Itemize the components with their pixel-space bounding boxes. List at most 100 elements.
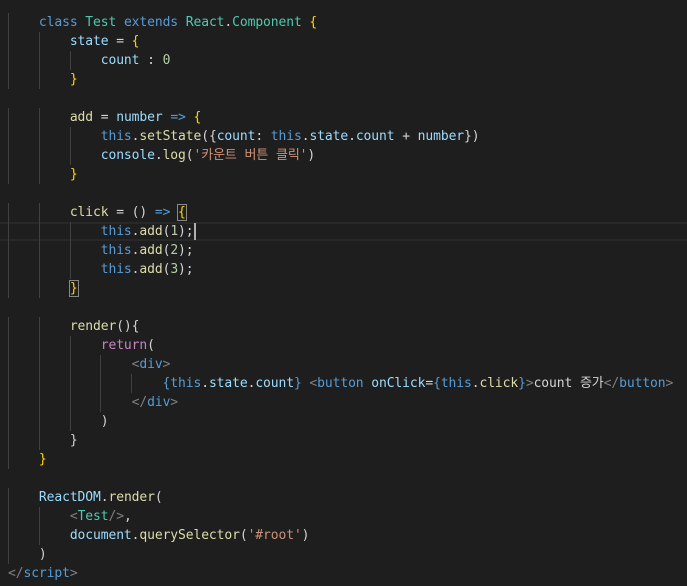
code-token: < bbox=[69, 509, 78, 524]
code-line[interactable]: this.setState({count: this.state.count +… bbox=[8, 127, 480, 146]
code-token: </ bbox=[603, 376, 620, 391]
code-token: click bbox=[479, 376, 519, 391]
code-token: this bbox=[100, 129, 132, 144]
code-token: this bbox=[100, 243, 132, 258]
code-token: number bbox=[116, 110, 171, 125]
code-token: ( bbox=[154, 490, 163, 505]
code-token: this bbox=[440, 376, 472, 391]
code-token: }) bbox=[464, 129, 480, 144]
code-token: '카운트 버튼 클릭' bbox=[193, 148, 308, 163]
code-token: ); bbox=[178, 243, 194, 258]
code-token: Test bbox=[77, 509, 109, 524]
code-token: add bbox=[139, 262, 163, 277]
code-line[interactable]: return( bbox=[8, 336, 155, 355]
code-token: . bbox=[201, 376, 209, 391]
code-token: /> bbox=[108, 509, 124, 524]
code-token: } bbox=[38, 452, 47, 467]
code-line[interactable]: <Test/>, bbox=[8, 507, 132, 526]
code-token: button bbox=[619, 376, 666, 391]
code-token: count 증가 bbox=[533, 376, 604, 391]
code-token: div bbox=[147, 395, 171, 410]
code-token: ) bbox=[301, 528, 310, 543]
code-token: '#root' bbox=[247, 528, 302, 543]
code-line[interactable]: ) bbox=[8, 412, 109, 431]
code-token: ) bbox=[100, 414, 109, 429]
code-line[interactable]: document.querySelector('#root') bbox=[8, 526, 310, 545]
code-token: . bbox=[348, 129, 356, 144]
code-token: click bbox=[69, 205, 117, 220]
code-token: 3 bbox=[170, 262, 179, 277]
code-token: Test bbox=[85, 15, 124, 30]
code-token: ); bbox=[178, 224, 194, 239]
matched-bracket: { bbox=[177, 204, 187, 221]
code-token: div bbox=[139, 357, 163, 372]
code-token: 1 bbox=[170, 224, 179, 239]
code-token: this bbox=[100, 224, 132, 239]
code-token: add bbox=[139, 243, 163, 258]
code-line[interactable]: click = () => { bbox=[8, 203, 187, 222]
code-line[interactable]: this.add(3); bbox=[8, 260, 194, 279]
code-line[interactable]: } bbox=[8, 165, 78, 184]
code-line[interactable]: count : 0 bbox=[8, 51, 171, 70]
code-line[interactable]: } bbox=[8, 279, 79, 298]
code-line[interactable]: ReactDOM.render( bbox=[8, 488, 163, 507]
code-token: render bbox=[69, 319, 117, 334]
code-token: </ bbox=[131, 395, 148, 410]
code-token: 2 bbox=[170, 243, 179, 258]
code-line[interactable]: </div> bbox=[8, 393, 178, 412]
code-line[interactable]: this.add(1); bbox=[8, 222, 196, 241]
code-token: + bbox=[402, 129, 418, 144]
code-token: (){ bbox=[116, 319, 140, 334]
code-line[interactable]: <div> bbox=[8, 355, 171, 374]
code-token: count bbox=[255, 376, 294, 391]
code-line[interactable]: } bbox=[8, 450, 47, 469]
matched-bracket: } bbox=[68, 280, 79, 297]
code-line[interactable]: } bbox=[8, 70, 78, 89]
code-token: Component bbox=[232, 15, 310, 30]
code-token: button bbox=[317, 376, 372, 391]
code-line[interactable]: this.add(2); bbox=[8, 241, 194, 260]
code-token: = bbox=[425, 376, 434, 391]
code-token: > bbox=[162, 357, 171, 372]
code-editor[interactable]: class Test extends React.Component { sta… bbox=[0, 0, 687, 586]
code-line[interactable]: ) bbox=[8, 545, 47, 564]
code-line[interactable]: console.log('카운트 버튼 클릭') bbox=[8, 146, 316, 165]
code-token: log bbox=[162, 148, 186, 163]
code-token: } bbox=[69, 72, 78, 87]
code-token: => bbox=[154, 205, 179, 220]
code-token: script bbox=[23, 566, 70, 581]
code-token: querySelector bbox=[139, 528, 240, 543]
code-token: ) bbox=[38, 547, 47, 562]
code-token: state bbox=[69, 34, 117, 49]
code-line[interactable]: </script> bbox=[8, 564, 78, 583]
code-line[interactable]: {this.state.count} <button onClick={this… bbox=[8, 374, 674, 393]
code-token: ReactDOM bbox=[38, 490, 101, 505]
code-token: > bbox=[170, 395, 179, 410]
code-token: . bbox=[224, 15, 233, 30]
code-line[interactable]: state = { bbox=[8, 32, 140, 51]
code-token: onClick bbox=[371, 376, 426, 391]
code-token: number bbox=[417, 129, 465, 144]
code-token: () bbox=[131, 205, 155, 220]
code-line[interactable]: class Test extends React.Component { bbox=[8, 13, 317, 32]
code-line[interactable]: } bbox=[8, 431, 78, 450]
code-token: 0 bbox=[162, 53, 171, 68]
code-line[interactable]: render(){ bbox=[8, 317, 140, 336]
code-token: = bbox=[116, 205, 132, 220]
code-token: ); bbox=[178, 262, 194, 277]
code-token: render bbox=[108, 490, 155, 505]
code-token: > bbox=[665, 376, 674, 391]
code-token: React bbox=[185, 15, 225, 30]
code-token: extends bbox=[123, 15, 186, 30]
code-token: add bbox=[139, 224, 163, 239]
code-token: > bbox=[525, 376, 534, 391]
code-token: : bbox=[147, 53, 163, 68]
code-token: count bbox=[100, 53, 148, 68]
code-token: class bbox=[38, 15, 86, 30]
code-token: . bbox=[154, 148, 163, 163]
code-token: } bbox=[69, 433, 78, 448]
code-token: > bbox=[69, 566, 78, 581]
code-token: { bbox=[131, 34, 140, 49]
code-line[interactable]: add = number => { bbox=[8, 108, 202, 127]
code-token: document bbox=[69, 528, 132, 543]
